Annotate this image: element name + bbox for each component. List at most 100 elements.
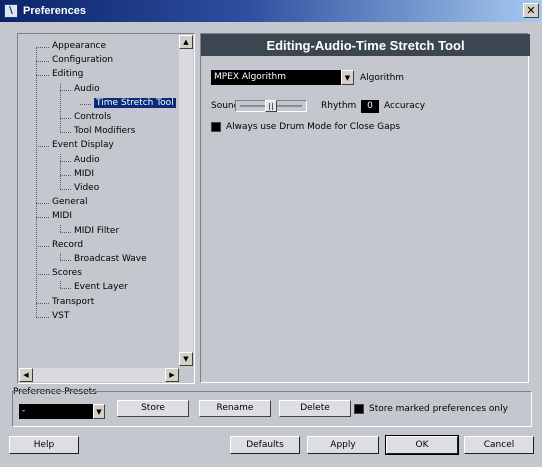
delete-button[interactable]: Delete [279,400,351,417]
tree-item[interactable]: VST [52,310,69,323]
tree-item[interactable]: Tool Modifiers [74,125,135,138]
scroll-down-button[interactable]: ▼ [179,352,193,366]
tree-item-label: Tool Modifiers [74,126,136,137]
tree-connector [60,288,71,290]
presets-group: - ▼ Store Rename Delete Store marked pre… [12,391,532,427]
slider-thumb[interactable] [265,100,277,112]
store-button[interactable]: Store [117,400,189,417]
preset-dropdown-button[interactable]: ▼ [93,404,105,419]
slider-rhythm-label: Rhythm [321,101,357,111]
ok-button[interactable]: OK [385,435,459,455]
algorithm-label: Algorithm [360,73,405,83]
dialog-body: Appearance Configuration Editing Audio Time … [4,24,538,463]
drum-mode-label: Always use Drum Mode for Close Gaps [226,122,401,132]
scroll-up-button[interactable]: ▲ [179,35,193,49]
sound-rhythm-slider[interactable] [235,100,307,112]
tree-connector [36,316,49,318]
algorithm-select[interactable]: MPEX Algorithm ▼ [211,70,354,85]
tree-connector [60,253,61,260]
tree-connector [60,153,61,189]
tree-item-label: Record [52,239,84,250]
tree-item[interactable]: Transport [52,296,94,309]
scrollbar-corner [179,368,193,382]
preference-presets-select[interactable]: - ▼ [19,404,105,419]
category-tree[interactable]: Appearance Configuration Editing Audio Time … [19,35,179,366]
tree-connector [60,224,61,232]
tree-connector [60,132,71,134]
tree-item-label: General [52,197,88,208]
tree-item[interactable]: Audio [74,83,100,96]
accuracy-label: Accuracy [384,101,426,111]
algorithm-dropdown-button[interactable]: ▼ [341,70,354,85]
help-button[interactable]: Help [9,436,79,454]
tree-item-label: Event Display [52,140,114,151]
chevron-down-icon: ▼ [183,354,189,363]
tree-item-label: Editing [52,69,84,80]
category-tree-panel: Appearance Configuration Editing Audio Time … [17,33,195,384]
tree-connector [60,260,71,261]
tree-item[interactable]: Video [74,182,99,195]
tree-item[interactable]: Broadcast Wave [74,253,147,266]
tree-connector [60,118,71,119]
drum-mode-checkbox[interactable] [211,122,221,132]
tree-item[interactable]: MIDI [74,168,94,181]
tree-item[interactable]: Time Stretch Tool [94,97,176,110]
tree-connector [36,61,49,63]
tree-item[interactable]: MIDI Filter [74,225,119,238]
app-icon: \ [4,4,18,18]
tree-item-label: Controls [74,112,112,122]
tree-item-label: MIDI Filter [74,225,120,236]
store-marked-only-checkbox[interactable] [354,404,364,414]
tree-item[interactable]: Event Layer [74,281,128,294]
tree-item[interactable]: Record [52,239,83,252]
chevron-up-icon: ▲ [183,37,189,46]
tree-item-label: Scores [52,268,82,279]
tree-item[interactable]: General [52,196,87,209]
tree-horizontal-scrollbar[interactable]: ◀ ▶ [19,368,179,382]
tree-connector [36,75,49,77]
tree-connector [80,103,91,105]
tree-vertical-scrollbar[interactable]: ▲ ▼ [179,35,193,366]
close-icon: ✕ [526,4,536,17]
tree-connector [60,82,61,133]
tree-connector [36,146,49,148]
window-title: Preferences [23,5,86,17]
close-button[interactable]: ✕ [523,3,539,18]
tree-item-label: Audio [74,83,100,94]
chevron-down-icon: ▼ [344,73,351,82]
chevron-left-icon: ◀ [23,370,29,379]
tree-item[interactable]: MIDI [52,210,72,223]
tree-connector [36,47,37,317]
defaults-button[interactable]: Defaults [230,436,300,454]
tree-item[interactable]: Editing [52,68,83,81]
scroll-right-button[interactable]: ▶ [165,368,179,382]
tree-connector [36,47,49,48]
tree-item[interactable]: Audio [74,154,100,167]
tree-connector [36,203,49,205]
tree-connector [60,281,61,289]
rename-button[interactable]: Rename [199,400,271,417]
scroll-left-button[interactable]: ◀ [19,368,33,382]
tree-item[interactable]: Controls [74,111,111,124]
preset-value: - [22,406,26,416]
tree-item[interactable]: Event Display [52,139,114,152]
tree-connector [60,189,71,190]
cancel-button[interactable]: Cancel [464,436,534,454]
tree-item-label: Time Stretch Tool [94,97,176,108]
tree-connector [36,302,49,304]
tree-connector [36,217,49,219]
apply-button[interactable]: Apply [307,436,379,454]
tree-item-label: Appearance [52,41,107,51]
chevron-right-icon: ▶ [169,370,175,379]
accuracy-field[interactable]: 0 [361,100,379,113]
tree-item-label: Broadcast Wave [74,254,147,264]
algorithm-value: MPEX Algorithm [214,72,286,82]
tree-connector [60,160,71,162]
tree-item[interactable]: Appearance [52,40,106,53]
settings-header: Editing-Audio-Time Stretch Tool [201,34,530,56]
tree-connector [60,174,71,176]
tree-item[interactable]: Configuration [52,54,113,67]
tree-item-label: Configuration [52,55,114,66]
tree-item[interactable]: Scores [52,267,82,280]
tree-connector [36,245,49,247]
